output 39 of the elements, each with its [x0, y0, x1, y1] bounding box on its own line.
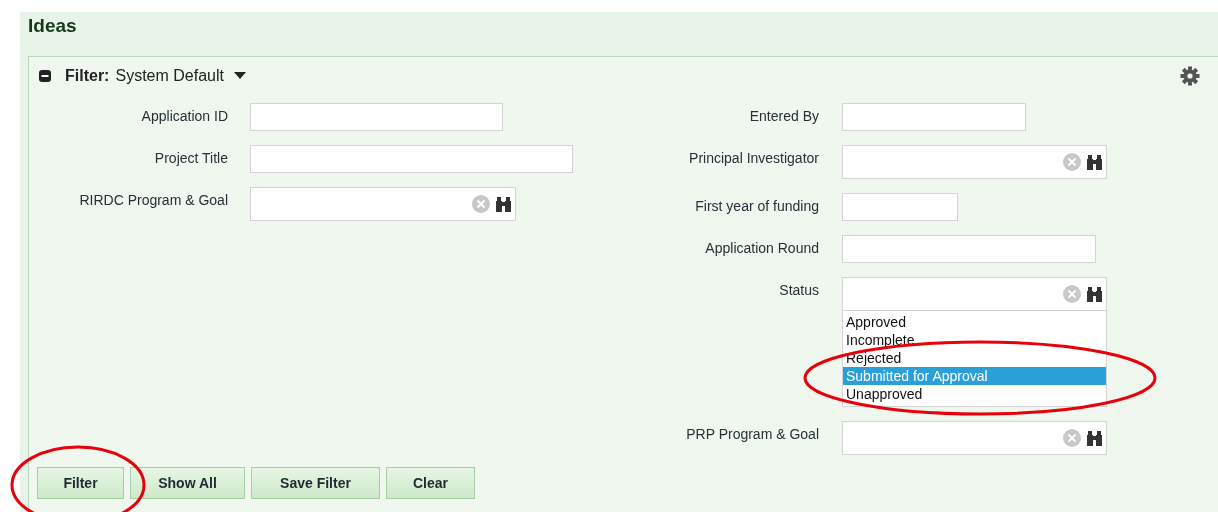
binoculars-icon[interactable]	[1087, 286, 1102, 302]
filter-name[interactable]: System Default	[115, 67, 224, 85]
field-label: First year of funding	[694, 197, 819, 214]
text-field[interactable]	[842, 193, 958, 221]
field-label: Application ID	[140, 107, 228, 124]
action-button[interactable]: Save Filter	[251, 467, 380, 499]
text-field[interactable]	[842, 235, 1096, 263]
field-label: Project Title	[153, 149, 228, 166]
field-label: Entered By	[748, 107, 819, 124]
clear-icon[interactable]	[1063, 153, 1081, 171]
caret-icon[interactable]	[233, 72, 246, 80]
clear-icon[interactable]	[1063, 285, 1081, 303]
action-button[interactable]: Filter	[37, 467, 124, 499]
filter-label: Filter:	[65, 67, 110, 85]
page-title: Ideas	[28, 15, 78, 38]
lookup-field[interactable]	[842, 145, 1107, 179]
field-label: PRP Program & Goal	[685, 425, 819, 442]
list-option[interactable]: Incomplete	[843, 331, 1106, 349]
text-field[interactable]	[250, 103, 503, 131]
field-label: RIRDC Program & Goal	[78, 191, 228, 208]
binoculars-icon[interactable]	[496, 196, 511, 212]
action-button[interactable]: Clear	[386, 467, 475, 499]
collapse-icon[interactable]	[39, 70, 51, 82]
field-label: Status	[778, 281, 819, 298]
action-button[interactable]: Show All	[130, 467, 245, 499]
field-label: Principal Investigator	[688, 149, 819, 166]
lookup-field[interactable]	[250, 187, 516, 221]
list-option[interactable]: Unapproved	[843, 385, 1106, 403]
clear-icon[interactable]	[1063, 429, 1081, 447]
binoculars-icon[interactable]	[1087, 154, 1102, 170]
text-field[interactable]	[250, 145, 573, 173]
clear-icon[interactable]	[472, 195, 490, 213]
binoculars-icon[interactable]	[1087, 430, 1102, 446]
lookup-field[interactable]	[842, 421, 1107, 455]
text-field[interactable]	[842, 103, 1026, 131]
list-option[interactable]: Approved	[843, 313, 1106, 331]
field-label: Application Round	[704, 239, 819, 256]
lookup-field[interactable]	[842, 277, 1107, 311]
settings-icon[interactable]	[1180, 66, 1200, 86]
